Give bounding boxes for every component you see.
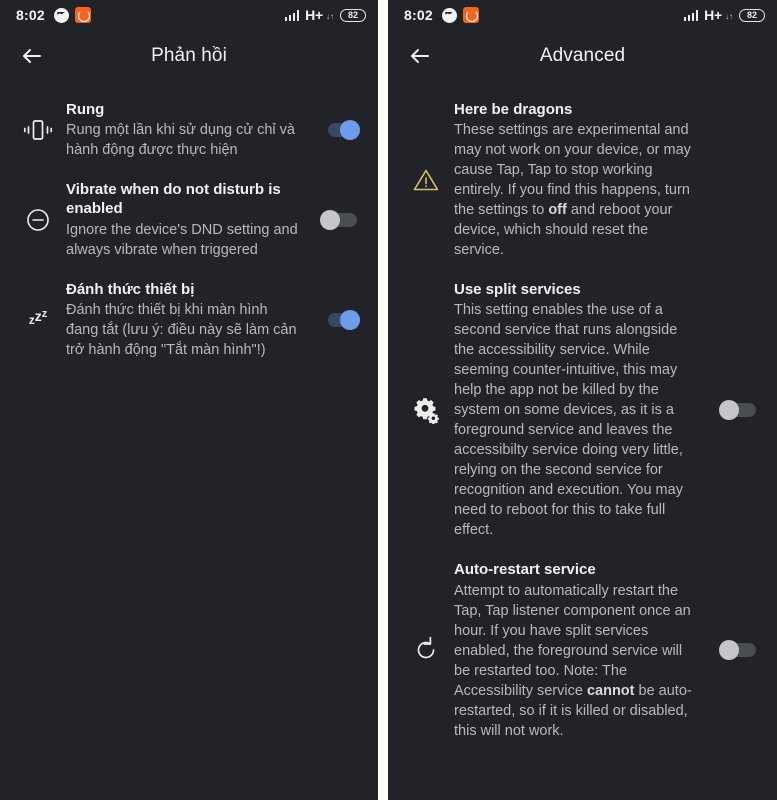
status-bar-right: 8:02 H+ ↓↑ 82 bbox=[388, 0, 777, 30]
setting-control bbox=[314, 209, 360, 231]
sleep-zzz-icon: zzz bbox=[10, 307, 66, 329]
toggle-thumb bbox=[340, 120, 360, 141]
toggle-wake-device[interactable] bbox=[320, 309, 360, 331]
app-bar-left: Phản hồi bbox=[0, 30, 378, 82]
setting-row-here-be-dragons: Here be dragons These settings are exper… bbox=[388, 90, 777, 270]
messenger-icon bbox=[53, 7, 69, 23]
right-phone-screen: 8:02 H+ ↓↑ 82 Advanced Here be dragons T… bbox=[388, 0, 777, 800]
page-title-left: Phản hồi bbox=[151, 45, 227, 66]
setting-text-auto-restart: Auto-restart service Attempt to automati… bbox=[454, 560, 713, 740]
setting-text-wake-device: Đánh thức thiết bị Đánh thức thiết bị kh… bbox=[66, 280, 314, 360]
toggle-thumb bbox=[340, 309, 360, 330]
setting-title: Rung bbox=[66, 101, 105, 118]
network-type-label: H+ bbox=[305, 7, 323, 23]
vibrate-icon bbox=[10, 117, 66, 143]
setting-text-vibrate-dnd: Vibrate when do not disturb is enabled I… bbox=[66, 180, 314, 259]
status-bar-left: 8:02 H+ ↓↑ 82 bbox=[0, 0, 378, 30]
setting-row-vibrate-dnd[interactable]: Vibrate when do not disturb is enabled I… bbox=[0, 170, 378, 269]
toggle-auto-restart[interactable] bbox=[719, 639, 759, 661]
battery-level-badge: 82 bbox=[340, 8, 366, 22]
messenger-icon bbox=[441, 7, 457, 23]
network-updown-icon: ↓↑ bbox=[725, 12, 733, 21]
setting-row-auto-restart[interactable]: Auto-restart service Attempt to automati… bbox=[388, 550, 777, 750]
status-notification-icons bbox=[441, 7, 479, 23]
network-updown-icon: ↓↑ bbox=[326, 12, 334, 21]
do-not-disturb-icon bbox=[10, 207, 66, 233]
setting-title: Đánh thức thiết bị bbox=[66, 280, 195, 298]
setting-subtitle: This setting enables the use of a second… bbox=[454, 302, 683, 539]
setting-subtitle: Attempt to automatically restart the Tap… bbox=[454, 582, 692, 739]
setting-subtitle: Ignore the device's DND setting and alwa… bbox=[66, 221, 298, 258]
setting-control bbox=[314, 309, 360, 331]
orange-app-icon bbox=[462, 7, 479, 23]
warning-triangle-icon bbox=[398, 167, 454, 193]
back-arrow-icon bbox=[20, 44, 44, 68]
setting-text-split-services: Use split services This setting enables … bbox=[454, 280, 713, 540]
left-phone-screen: 8:02 H+ ↓↑ 82 Phản hồi Rung Rung một lần… bbox=[0, 0, 378, 800]
setting-text-here-be-dragons: Here be dragons These settings are exper… bbox=[454, 100, 713, 260]
network-type-label: H+ bbox=[704, 7, 722, 23]
setting-title: Vibrate when do not disturb is enabled bbox=[66, 181, 281, 218]
signal-bars-icon bbox=[683, 9, 699, 21]
status-notification-icons bbox=[53, 7, 91, 23]
setting-subtitle: Rung một lần khi sử dụng cử chỉ và hành … bbox=[66, 122, 295, 159]
status-time: 8:02 bbox=[404, 7, 433, 23]
setting-subtitle: These settings are experimental and may … bbox=[454, 122, 691, 259]
orange-app-icon bbox=[74, 7, 91, 23]
toggle-thumb bbox=[719, 640, 739, 661]
restart-icon bbox=[398, 636, 454, 664]
dual-screenshot-container: 8:02 H+ ↓↑ 82 Phản hồi Rung Rung một lần… bbox=[0, 0, 777, 800]
settings-list-left: Rung Rung một lần khi sử dụng cử chỉ và … bbox=[0, 82, 378, 370]
toggle-vibrate[interactable] bbox=[320, 119, 360, 141]
app-bar-right: Advanced bbox=[388, 30, 777, 82]
screen-divider bbox=[378, 0, 388, 800]
setting-control bbox=[314, 119, 360, 141]
setting-row-wake-device[interactable]: zzz Đánh thức thiết bị Đánh thức thiết b… bbox=[0, 270, 378, 370]
setting-text-vibrate: Rung Rung một lần khi sử dụng cử chỉ và … bbox=[66, 100, 314, 160]
signal-bars-icon bbox=[284, 9, 300, 21]
toggle-vibrate-dnd[interactable] bbox=[320, 209, 360, 231]
status-system-icons: H+ ↓↑ 82 bbox=[683, 7, 765, 23]
setting-control bbox=[713, 399, 759, 421]
status-time: 8:02 bbox=[16, 7, 45, 23]
toggle-thumb bbox=[719, 400, 739, 421]
settings-list-right: Here be dragons These settings are exper… bbox=[388, 82, 777, 751]
battery-level-badge: 82 bbox=[739, 8, 765, 22]
setting-row-vibrate[interactable]: Rung Rung một lần khi sử dụng cử chỉ và … bbox=[0, 90, 378, 170]
setting-title: Auto-restart service bbox=[454, 561, 596, 579]
setting-title: Here be dragons bbox=[454, 101, 573, 118]
gears-icon bbox=[398, 396, 454, 425]
setting-title: Use split services bbox=[454, 281, 581, 299]
toggle-split-services[interactable] bbox=[719, 399, 759, 421]
page-title-right: Advanced bbox=[539, 45, 626, 66]
back-button-right[interactable] bbox=[396, 32, 444, 80]
back-button-left[interactable] bbox=[8, 32, 56, 80]
setting-subtitle: Đánh thức thiết bị khi màn hình đang tắt… bbox=[66, 301, 297, 358]
status-system-icons: H+ ↓↑ 82 bbox=[284, 7, 366, 23]
back-arrow-icon bbox=[408, 44, 432, 68]
zzz-glyph: zzz bbox=[28, 307, 48, 327]
toggle-thumb bbox=[320, 209, 340, 230]
setting-control bbox=[713, 639, 759, 661]
setting-row-split-services[interactable]: Use split services This setting enables … bbox=[388, 270, 777, 550]
